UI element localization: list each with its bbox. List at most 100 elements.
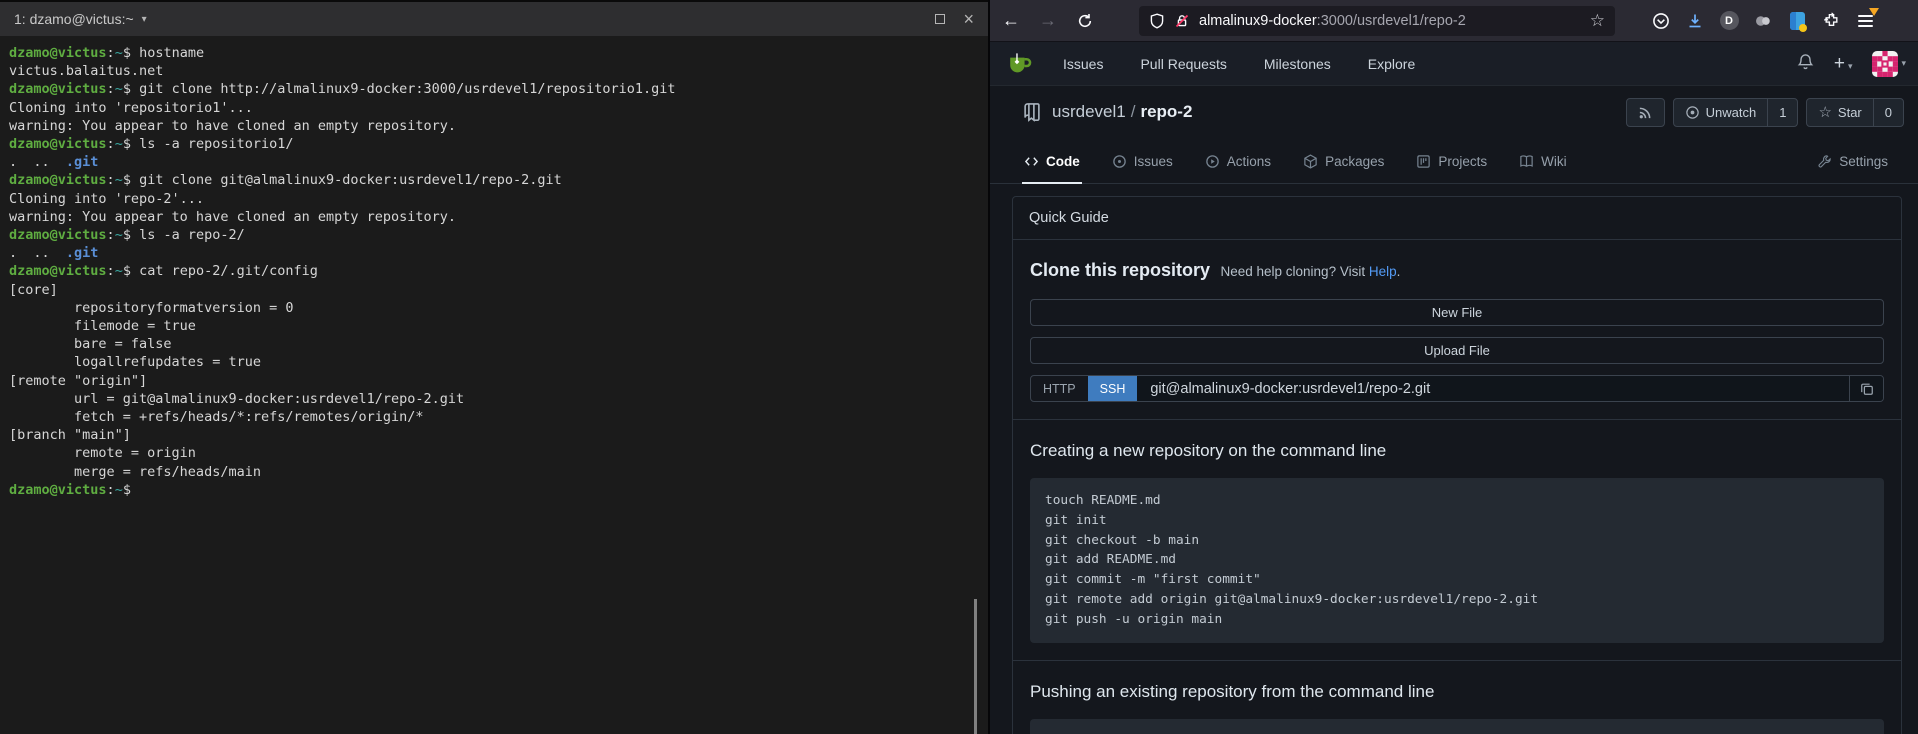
nav-item-issues[interactable]: Issues xyxy=(1063,56,1103,72)
reader-extension-icon[interactable] xyxy=(1787,12,1807,30)
terminal-line: logallrefupdates = true xyxy=(9,353,988,371)
watch-button-group: Unwatch 1 xyxy=(1673,98,1799,127)
terminal-line: fetch = +refs/heads/*:refs/remotes/origi… xyxy=(9,408,988,426)
create-repo-code-block: touch README.md git init git checkout -b… xyxy=(1030,478,1884,643)
eye-icon xyxy=(1685,105,1700,120)
insecure-lock-icon[interactable] xyxy=(1174,13,1190,29)
issue-icon xyxy=(1112,154,1127,169)
star-icon: ☆ xyxy=(1818,103,1831,121)
tab-code[interactable]: Code xyxy=(1022,154,1082,184)
new-file-button[interactable]: New File xyxy=(1030,299,1884,326)
terminal-close-button[interactable]: × xyxy=(963,14,974,24)
terminal-output[interactable]: dzamo@victus:~$ hostnamevictus.balaitus.… xyxy=(0,36,988,499)
terminal-line: [branch "main"] xyxy=(9,426,988,444)
url-bar[interactable]: almalinux9-docker:3000/usrdevel1/repo-2 … xyxy=(1139,6,1615,36)
extensions-puzzle-icon[interactable] xyxy=(1821,12,1841,29)
play-circle-icon xyxy=(1205,154,1220,169)
repo-owner-link[interactable]: usrdevel1 xyxy=(1052,102,1126,122)
code-icon xyxy=(1024,154,1039,169)
terminal-line: warning: You appear to have cloned an em… xyxy=(9,117,988,135)
package-icon xyxy=(1303,154,1318,169)
account-icon[interactable] xyxy=(1753,12,1773,30)
rss-icon xyxy=(1627,99,1664,126)
terminal-line: repositoryformatversion = 0 xyxy=(9,299,988,317)
copy-icon xyxy=(1860,382,1874,396)
tab-packages[interactable]: Packages xyxy=(1301,154,1386,184)
rss-button[interactable] xyxy=(1626,98,1665,127)
nav-item-pull-requests[interactable]: Pull Requests xyxy=(1140,56,1226,72)
quick-guide-panel: Quick Guide Clone this repository Need h… xyxy=(1012,196,1902,734)
star-button-group: ☆ Star 0 xyxy=(1806,98,1904,127)
terminal-line: warning: You appear to have cloned an em… xyxy=(9,208,988,226)
tab-projects[interactable]: Projects xyxy=(1414,154,1489,184)
create-new-button[interactable]: +▾ xyxy=(1834,53,1853,75)
gitea-logo[interactable] xyxy=(1006,50,1033,77)
book-icon xyxy=(1519,154,1534,169)
terminal-line: dzamo@victus:~$ git clone git@almalinux9… xyxy=(9,171,988,189)
clone-section-title: Clone this repository xyxy=(1030,260,1210,280)
url-text: almalinux9-docker:3000/usrdevel1/repo-2 xyxy=(1199,13,1590,29)
ssh-protocol-button[interactable]: SSH xyxy=(1088,376,1138,401)
extension-d-icon[interactable]: D xyxy=(1719,11,1739,30)
tab-actions[interactable]: Actions xyxy=(1203,154,1273,184)
terminal-line: dzamo@victus:~$ ls -a repo-2/ xyxy=(9,226,988,244)
browser-window: ← → almalinux9-d xyxy=(988,0,1918,734)
copy-url-button[interactable] xyxy=(1849,376,1883,401)
upload-file-button[interactable]: Upload File xyxy=(1030,337,1884,364)
terminal-scrollbar[interactable] xyxy=(974,599,977,734)
terminal-line: [remote "origin"] xyxy=(9,372,988,390)
terminal-restore-button[interactable] xyxy=(935,14,945,24)
tab-settings[interactable]: Settings xyxy=(1815,154,1890,184)
clone-url-row: HTTP SSH git@almalinux9-docker:usrdevel1… xyxy=(1030,375,1884,402)
forward-button[interactable]: → xyxy=(1039,10,1057,31)
terminal-line: url = git@almalinux9-docker:usrdevel1/re… xyxy=(9,390,988,408)
push-repo-code-block xyxy=(1030,719,1884,734)
clone-help-text: Need help cloning? Visit Help. xyxy=(1220,264,1400,279)
bookmark-star-icon[interactable]: ☆ xyxy=(1590,11,1605,31)
help-link[interactable]: Help xyxy=(1369,264,1397,279)
repo-content: Quick Guide Clone this repository Need h… xyxy=(990,184,1918,734)
terminal-titlebar[interactable]: 1: dzamo@victus:~ ▾ × xyxy=(0,2,988,36)
tab-wiki[interactable]: Wiki xyxy=(1517,154,1569,184)
terminal-line: . .. .git xyxy=(9,153,988,171)
watch-count[interactable]: 1 xyxy=(1767,99,1797,126)
http-protocol-button[interactable]: HTTP xyxy=(1031,376,1088,401)
notifications-bell-icon[interactable] xyxy=(1797,53,1814,75)
repo-icon xyxy=(1022,102,1042,122)
terminal-line: merge = refs/heads/main xyxy=(9,463,988,481)
repo-name-link[interactable]: repo-2 xyxy=(1140,102,1192,122)
terminal-line: remote = origin xyxy=(9,444,988,462)
terminal-line: dzamo@victus:~$ git clone http://almalin… xyxy=(9,80,988,98)
user-menu-caret-icon: ▾ xyxy=(1901,58,1906,69)
create-repo-section-title: Creating a new repository on the command… xyxy=(1030,441,1884,461)
user-menu[interactable]: ▾ xyxy=(1872,51,1906,77)
pocket-icon[interactable] xyxy=(1651,12,1671,30)
terminal-tab-title: 1: dzamo@victus:~ xyxy=(14,11,134,27)
repo-separator: / xyxy=(1131,102,1136,122)
project-board-icon xyxy=(1416,154,1431,169)
back-button[interactable]: ← xyxy=(1002,10,1020,31)
gitea-navbar: Issues Pull Requests Milestones Explore … xyxy=(990,42,1918,86)
nav-item-explore[interactable]: Explore xyxy=(1368,56,1415,72)
terminal-tab-caret-icon[interactable]: ▾ xyxy=(142,14,147,25)
terminal-line: Cloning into 'repo-2'... xyxy=(9,190,988,208)
clone-url-input[interactable]: git@almalinux9-docker:usrdevel1/repo-2.g… xyxy=(1137,376,1849,401)
reload-button[interactable] xyxy=(1076,13,1094,29)
shield-icon[interactable] xyxy=(1149,13,1165,29)
star-button[interactable]: ☆ Star xyxy=(1807,99,1872,126)
settings-tools-icon xyxy=(1817,154,1832,169)
nav-item-milestones[interactable]: Milestones xyxy=(1264,56,1331,72)
repo-header: usrdevel1 / repo-2 Unwatch 1 xyxy=(990,86,1918,138)
section-divider-2 xyxy=(1013,660,1901,661)
star-count[interactable]: 0 xyxy=(1873,99,1903,126)
terminal-line: bare = false xyxy=(9,335,988,353)
downloads-icon[interactable] xyxy=(1685,13,1705,29)
terminal-line: dzamo@victus:~$ cat repo-2/.git/config xyxy=(9,262,988,280)
terminal-line: victus.balaitus.net xyxy=(9,62,988,80)
unwatch-button[interactable]: Unwatch xyxy=(1674,99,1768,126)
browser-toolbar: ← → almalinux9-d xyxy=(990,0,1918,42)
tab-issues[interactable]: Issues xyxy=(1110,154,1175,184)
terminal-line: dzamo@victus:~$ ls -a repositorio1/ xyxy=(9,135,988,153)
screen: 1: dzamo@victus:~ ▾ × dzamo@victus:~$ ho… xyxy=(0,0,1918,734)
menu-icon[interactable] xyxy=(1855,12,1875,30)
